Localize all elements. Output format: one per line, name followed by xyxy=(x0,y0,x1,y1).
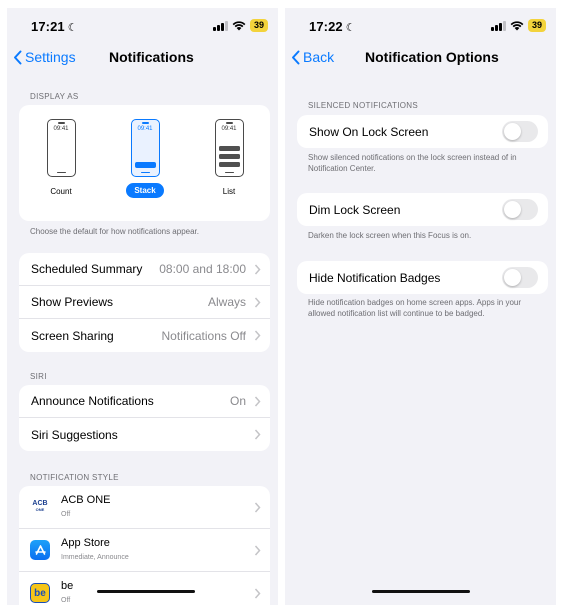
hide-notification-badges-toggle[interactable] xyxy=(502,267,538,288)
acb-one-app-icon: ACB ONE xyxy=(30,497,50,517)
notifications-screen: 17:21 ☾ 39 Settings Notifications DISPLAY… xyxy=(7,8,278,605)
chevron-left-icon xyxy=(14,50,22,64)
wifi-icon xyxy=(510,21,524,31)
notification-style-header: NOTIFICATION STYLE xyxy=(30,473,119,482)
status-bar: 17:21 ☾ 39 xyxy=(7,8,278,42)
display-option-label-selected: Stack xyxy=(126,183,164,198)
dim-lock-screen-row: Dim Lock Screen xyxy=(297,193,548,226)
chevron-right-icon xyxy=(254,502,261,513)
display-option-count[interactable]: 09:41 Count xyxy=(31,119,91,199)
display-option-label: List xyxy=(222,187,236,196)
nav-bar: Settings Notifications xyxy=(7,44,278,74)
wifi-icon xyxy=(232,21,246,31)
display-as-footer: Choose the default for how notifications… xyxy=(30,227,199,236)
nav-bar: Back Notification Options xyxy=(285,44,556,74)
app-row-app-store[interactable]: App Store Immediate, Announce xyxy=(19,529,270,572)
dim-lock-screen-toggle[interactable] xyxy=(502,199,538,220)
hide-notification-badges-footer: Hide notification badges on home screen … xyxy=(308,298,522,318)
stack-phone-icon: 09:41 xyxy=(130,119,160,177)
siri-header: SIRI xyxy=(30,372,47,381)
back-label: Back xyxy=(303,49,335,65)
back-button[interactable]: Settings xyxy=(13,49,76,65)
notification-options-screen: 17:22 ☾ 39 Back Notification Options SILE… xyxy=(285,8,556,605)
focus-moon-icon: ☾ xyxy=(345,22,356,34)
chevron-right-icon xyxy=(254,429,261,440)
show-on-lock-screen-footer: Show silenced notifications on the lock … xyxy=(308,153,517,173)
show-on-lock-screen-row: Show On Lock Screen xyxy=(297,115,548,148)
scheduled-summary-row[interactable]: Scheduled Summary 08:00 and 18:00 xyxy=(19,253,270,286)
page-title: Notifications xyxy=(109,49,194,65)
back-label: Settings xyxy=(25,49,76,65)
back-button[interactable]: Back xyxy=(291,49,334,65)
announce-notifications-row[interactable]: Announce Notifications On xyxy=(19,385,270,418)
hide-notification-badges-row: Hide Notification Badges xyxy=(297,261,548,294)
display-as-card: 09:41 Count 09:41 Stack 09:41 List xyxy=(19,105,270,221)
silenced-notifications-header: SILENCED NOTIFICATIONS xyxy=(308,101,419,110)
app-store-icon xyxy=(30,540,50,560)
show-on-lock-screen-card: Show On Lock Screen xyxy=(297,115,548,148)
chevron-right-icon xyxy=(254,330,261,341)
dim-lock-screen-card: Dim Lock Screen xyxy=(297,193,548,226)
hide-notification-badges-card: Hide Notification Badges xyxy=(297,261,548,294)
display-option-list[interactable]: 09:41 List xyxy=(199,119,259,199)
chevron-right-icon xyxy=(254,545,261,556)
status-bar: 17:22 ☾ 39 xyxy=(285,8,556,42)
settings-card: Scheduled Summary 08:00 and 18:00 Show P… xyxy=(19,253,270,352)
app-row-acb-one[interactable]: ACB ONE ACB ONE Off xyxy=(19,486,270,529)
siri-suggestions-row[interactable]: Siri Suggestions xyxy=(19,418,270,451)
chevron-left-icon xyxy=(292,50,300,64)
notification-style-card: ACB ONE ACB ONE Off App Store Immediate,… xyxy=(19,486,270,605)
dim-lock-screen-footer: Darken the lock screen when this Focus i… xyxy=(308,231,472,240)
list-phone-icon: 09:41 xyxy=(214,119,244,177)
status-time: 17:21 ☾ xyxy=(31,19,78,34)
home-indicator[interactable] xyxy=(97,589,195,593)
screen-sharing-row[interactable]: Screen Sharing Notifications Off xyxy=(19,319,270,352)
cellular-signal-icon xyxy=(212,20,228,31)
chevron-right-icon xyxy=(254,297,261,307)
count-phone-icon: 09:41 xyxy=(46,119,76,177)
focus-moon-icon: ☾ xyxy=(67,22,78,34)
app-row-be[interactable]: be be Off xyxy=(19,572,270,605)
be-app-icon: be xyxy=(30,583,50,603)
battery-icon: 39 xyxy=(527,19,546,32)
chevron-right-icon xyxy=(254,588,261,599)
display-as-header: DISPLAY AS xyxy=(30,92,79,101)
display-option-label: Count xyxy=(50,187,72,196)
chevron-right-icon xyxy=(254,264,261,274)
battery-icon: 39 xyxy=(249,19,268,32)
siri-card: Announce Notifications On Siri Suggestio… xyxy=(19,385,270,451)
show-previews-row[interactable]: Show Previews Always xyxy=(19,286,270,319)
display-option-stack[interactable]: 09:41 Stack xyxy=(115,119,175,198)
status-time: 17:22 ☾ xyxy=(309,19,356,34)
home-indicator[interactable] xyxy=(372,589,470,593)
show-on-lock-screen-toggle[interactable] xyxy=(502,121,538,142)
cellular-signal-icon xyxy=(490,20,506,31)
page-title: Notification Options xyxy=(365,49,499,65)
chevron-right-icon xyxy=(254,396,261,406)
